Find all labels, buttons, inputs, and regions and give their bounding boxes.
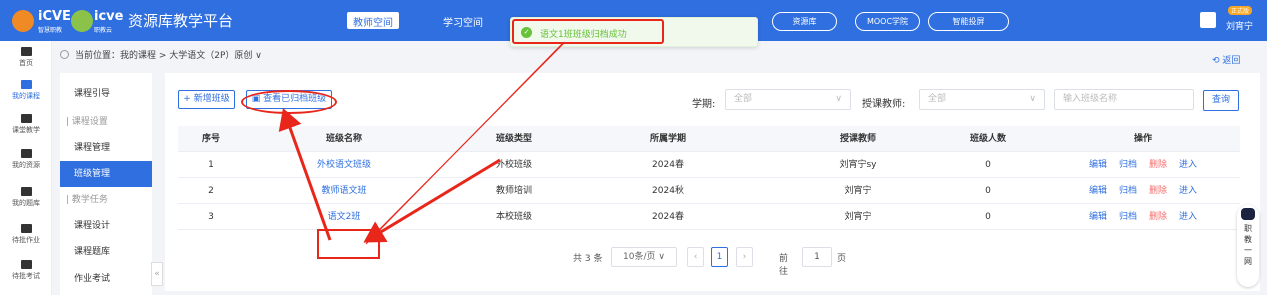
assistant-label: 职教一网 xyxy=(1244,224,1252,266)
toast-pointer-line-2 xyxy=(366,41,566,243)
robot-icon xyxy=(1241,208,1255,220)
annotation-arrows xyxy=(278,41,566,245)
arrow-to-archived-button xyxy=(278,108,332,241)
arrow-to-empty-row xyxy=(363,158,501,243)
assistant-widget[interactable]: 职教一网 xyxy=(1237,205,1259,287)
